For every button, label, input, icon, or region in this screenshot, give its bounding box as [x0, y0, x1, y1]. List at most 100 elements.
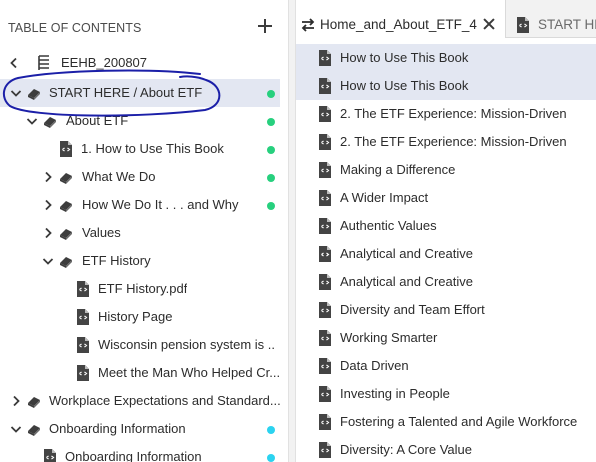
- toc-item-label: Onboarding Information: [49, 421, 186, 436]
- toc-item-how-we-do-it[interactable]: How We Do It . . . and Why: [0, 191, 280, 219]
- chevron-down-icon[interactable]: [25, 114, 39, 128]
- toc-item-label: How We Do It . . . and Why: [82, 197, 239, 212]
- page-item[interactable]: A Wider Impact: [296, 184, 596, 212]
- page-item[interactable]: Analytical and Creative: [296, 268, 596, 296]
- page-item[interactable]: How to Use This Book: [296, 72, 596, 100]
- page-item[interactable]: 2. The ETF Experience: Mission-Driven: [296, 100, 596, 128]
- page-icon: [318, 358, 332, 374]
- tab-label: START HE: [538, 17, 596, 32]
- page-item[interactable]: Investing in People: [296, 380, 596, 408]
- page-icon: [318, 302, 332, 318]
- toc-item-label: Onboarding Information: [65, 449, 202, 462]
- toc-item-start-here[interactable]: START HERE / About ETF: [0, 79, 280, 107]
- toc-item-onboarding-page[interactable]: Onboarding Information: [0, 443, 280, 462]
- page-icon: [76, 337, 90, 353]
- status-dot: [267, 90, 275, 98]
- toc-item-workplace-expectations[interactable]: Workplace Expectations and Standard...: [0, 387, 280, 415]
- status-dot: [267, 202, 275, 210]
- toc-item-etf-history[interactable]: ETF History: [0, 247, 280, 275]
- toc-panel: TABLE OF CONTENTS EEHB_200807 START HERE…: [0, 0, 288, 462]
- toc-item-label: ETF History.pdf: [98, 281, 188, 296]
- page-icon: [76, 281, 90, 297]
- tab-start-here[interactable]: START HE: [508, 0, 596, 38]
- toc-item-history-page[interactable]: History Page: [0, 303, 280, 331]
- chevron-right-icon[interactable]: [41, 226, 55, 240]
- chevron-down-icon[interactable]: [9, 422, 23, 436]
- page-item-label: 2. The ETF Experience: Mission-Driven: [340, 134, 567, 149]
- tab-bar: Home_and_About_ETF_4 START HE: [296, 0, 596, 38]
- page-item[interactable]: Fostering a Talented and Agile Workforce: [296, 408, 596, 436]
- page-item[interactable]: Authentic Values: [296, 212, 596, 240]
- page-item-label: Fostering a Talented and Agile Workforce: [340, 414, 578, 429]
- page-icon: [59, 141, 73, 157]
- toc-item-label: About ETF: [66, 113, 129, 128]
- page-item-label: Making a Difference: [340, 162, 456, 177]
- toc-item-etf-history-pdf[interactable]: ETF History.pdf: [0, 275, 280, 303]
- page-icon: [318, 330, 332, 346]
- toc-item-label: 1. How to Use This Book: [81, 141, 224, 156]
- chevron-down-icon[interactable]: [41, 254, 55, 268]
- chevron-down-icon[interactable]: [9, 86, 23, 100]
- page-item-label: Working Smarter: [340, 330, 438, 345]
- chevron-right-icon[interactable]: [41, 198, 55, 212]
- pane-splitter[interactable]: [288, 0, 296, 462]
- page-icon: [318, 190, 332, 206]
- toc-item-how-to-use[interactable]: 1. How to Use This Book: [0, 135, 280, 163]
- page-icon: [76, 309, 90, 325]
- section-icon: [58, 253, 74, 269]
- tab-home-and-about[interactable]: Home_and_About_ETF_4: [296, 0, 506, 38]
- toc-item-label: START HERE / About ETF: [49, 85, 203, 100]
- page-item[interactable]: Diversity: A Core Value: [296, 436, 596, 462]
- page-icon: [318, 246, 332, 262]
- page-item[interactable]: Making a Difference: [296, 156, 596, 184]
- page-icon: [516, 17, 530, 33]
- toc-item-label: Wisconsin pension system is ...: [98, 337, 276, 352]
- page-icon: [318, 218, 332, 234]
- toc-item-onboarding[interactable]: Onboarding Information: [0, 415, 280, 443]
- page-icon: [318, 442, 332, 458]
- status-dot: [267, 426, 275, 434]
- close-icon[interactable]: [483, 18, 495, 30]
- section-icon: [58, 169, 74, 185]
- toc-item-what-we-do[interactable]: What We Do: [0, 163, 280, 191]
- toc-item-meet-the-man[interactable]: Meet the Man Who Helped Cr...: [0, 359, 280, 387]
- page-item[interactable]: 2. The ETF Experience: Mission-Driven: [296, 128, 596, 156]
- toc-item-values[interactable]: Values: [0, 219, 280, 247]
- toc-item-book[interactable]: EEHB_200807: [0, 49, 280, 77]
- page-item[interactable]: Working Smarter: [296, 324, 596, 352]
- toc-item-label: Workplace Expectations and Standard...: [49, 393, 280, 408]
- status-dot: [267, 118, 275, 126]
- chevron-right-icon[interactable]: [41, 170, 55, 184]
- page-item-label: How to Use This Book: [340, 50, 469, 65]
- swap-arrows-icon: [301, 18, 315, 32]
- toc-item-label: Values: [82, 225, 121, 240]
- section-icon: [26, 393, 42, 409]
- page-icon: [318, 78, 332, 94]
- page-item-label: How to Use This Book: [340, 78, 469, 93]
- page-item-label: 2. The ETF Experience: Mission-Driven: [340, 106, 567, 121]
- page-item[interactable]: How to Use This Book: [296, 44, 596, 72]
- toc-item-wisconsin-pension[interactable]: Wisconsin pension system is ...: [0, 331, 280, 359]
- toc-item-label: History Page: [98, 309, 173, 324]
- page-item-label: Diversity: A Core Value: [340, 442, 472, 457]
- add-icon[interactable]: [255, 16, 275, 36]
- page-icon: [318, 162, 332, 178]
- chevron-right-icon[interactable]: [9, 394, 23, 408]
- toc-item-about-etf[interactable]: About ETF: [0, 107, 280, 135]
- page-item-label: Investing in People: [340, 386, 450, 401]
- page-icon: [76, 365, 90, 381]
- page-item[interactable]: Analytical and Creative: [296, 240, 596, 268]
- chevron-left-icon[interactable]: [7, 56, 21, 70]
- toc-item-label: ETF History: [82, 253, 151, 268]
- status-dot: [267, 174, 275, 182]
- page-icon: [318, 386, 332, 402]
- book-icon: [35, 55, 51, 71]
- page-icon: [318, 50, 332, 66]
- toc-item-label: EEHB_200807: [61, 55, 148, 70]
- page-item[interactable]: Data Driven: [296, 352, 596, 380]
- page-item[interactable]: Diversity and Team Effort: [296, 296, 596, 324]
- page-item-label: Diversity and Team Effort: [340, 302, 485, 317]
- toc-title: TABLE OF CONTENTS: [8, 21, 142, 35]
- page-item-label: Analytical and Creative: [340, 246, 473, 261]
- toc-item-label: What We Do: [82, 169, 156, 184]
